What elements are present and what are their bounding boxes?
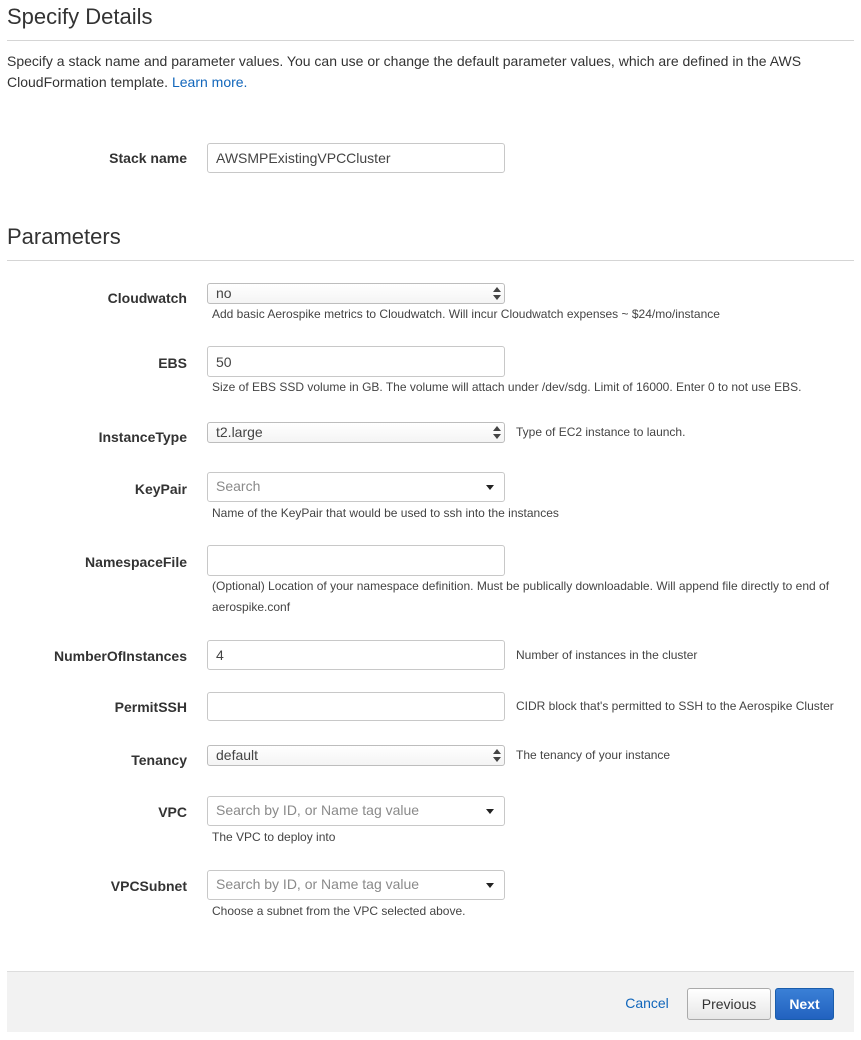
number-of-instances-input[interactable] bbox=[207, 640, 505, 670]
vpc-subnet-search-select[interactable]: Search by ID, or Name tag value bbox=[207, 870, 505, 900]
divider bbox=[7, 260, 854, 261]
select-arrows-icon bbox=[493, 747, 501, 765]
tenancy-select[interactable]: default bbox=[207, 745, 505, 766]
instance-type-label: InstanceType bbox=[98, 429, 187, 445]
tenancy-value: default bbox=[216, 747, 259, 763]
cloudwatch-value: no bbox=[216, 285, 232, 301]
ebs-help: Size of EBS SSD volume in GB. The volume… bbox=[212, 380, 802, 394]
learn-more-link[interactable]: Learn more. bbox=[172, 74, 247, 90]
cloudwatch-select[interactable]: no bbox=[207, 283, 505, 304]
vpc-subnet-placeholder: Search by ID, or Name tag value bbox=[216, 876, 420, 892]
cloudwatch-label: Cloudwatch bbox=[107, 290, 187, 306]
vpc-help: The VPC to deploy into bbox=[212, 830, 336, 844]
previous-button[interactable]: Previous bbox=[687, 988, 771, 1020]
vpc-label: VPC bbox=[158, 804, 187, 820]
keypair-placeholder: Search bbox=[216, 478, 261, 494]
permit-ssh-label: PermitSSH bbox=[114, 699, 187, 715]
namespace-file-label: NamespaceFile bbox=[85, 554, 187, 570]
cancel-button[interactable]: Cancel bbox=[619, 988, 675, 1020]
tenancy-help: The tenancy of your instance bbox=[516, 748, 671, 762]
intro-description: Specify a stack name and parameter value… bbox=[7, 53, 802, 90]
divider bbox=[7, 40, 854, 41]
cloudwatch-help: Add basic Aerospike metrics to Cloudwatc… bbox=[212, 307, 720, 321]
instance-type-value: t2.large bbox=[216, 424, 263, 440]
vpc-subnet-label: VPCSubnet bbox=[110, 878, 187, 894]
parameters-title: Parameters bbox=[7, 224, 121, 249]
namespace-file-help-line1: (Optional) Location of your namespace de… bbox=[212, 579, 830, 593]
next-button[interactable]: Next bbox=[775, 988, 834, 1020]
wizard-footer: Cancel Previous Next bbox=[7, 971, 854, 1032]
intro-text: Specify a stack name and parameter value… bbox=[7, 51, 827, 93]
namespace-file-input[interactable] bbox=[207, 545, 505, 576]
number-of-instances-label: NumberOfInstances bbox=[53, 648, 187, 664]
vpc-placeholder: Search by ID, or Name tag value bbox=[216, 802, 420, 818]
vpc-subnet-help: Choose a subnet from the VPC selected ab… bbox=[212, 904, 466, 918]
chevron-down-icon bbox=[486, 883, 494, 888]
chevron-down-icon bbox=[486, 809, 494, 814]
select-arrows-icon bbox=[493, 424, 501, 442]
keypair-help: Name of the KeyPair that would be used t… bbox=[212, 506, 559, 520]
keypair-label: KeyPair bbox=[134, 481, 187, 497]
namespace-file-help: (Optional) Location of your namespace de… bbox=[212, 576, 852, 618]
keypair-search-select[interactable]: Search bbox=[207, 472, 505, 502]
instance-type-select[interactable]: t2.large bbox=[207, 422, 505, 443]
ebs-input[interactable] bbox=[207, 346, 505, 377]
permit-ssh-help: CIDR block that's permitted to SSH to th… bbox=[516, 699, 834, 713]
page-title: Specify Details bbox=[7, 4, 153, 29]
instance-type-help: Type of EC2 instance to launch. bbox=[516, 425, 686, 439]
permit-ssh-input[interactable] bbox=[207, 692, 505, 721]
chevron-down-icon bbox=[486, 485, 494, 490]
tenancy-label: Tenancy bbox=[131, 752, 187, 768]
number-of-instances-help: Number of instances in the cluster bbox=[516, 648, 698, 662]
stack-name-input[interactable] bbox=[207, 143, 505, 173]
namespace-file-help-line2: aerospike.conf bbox=[212, 600, 291, 614]
stack-name-label: Stack name bbox=[109, 150, 187, 166]
select-arrows-icon bbox=[493, 285, 501, 303]
vpc-search-select[interactable]: Search by ID, or Name tag value bbox=[207, 796, 505, 826]
ebs-label: EBS bbox=[158, 355, 187, 371]
